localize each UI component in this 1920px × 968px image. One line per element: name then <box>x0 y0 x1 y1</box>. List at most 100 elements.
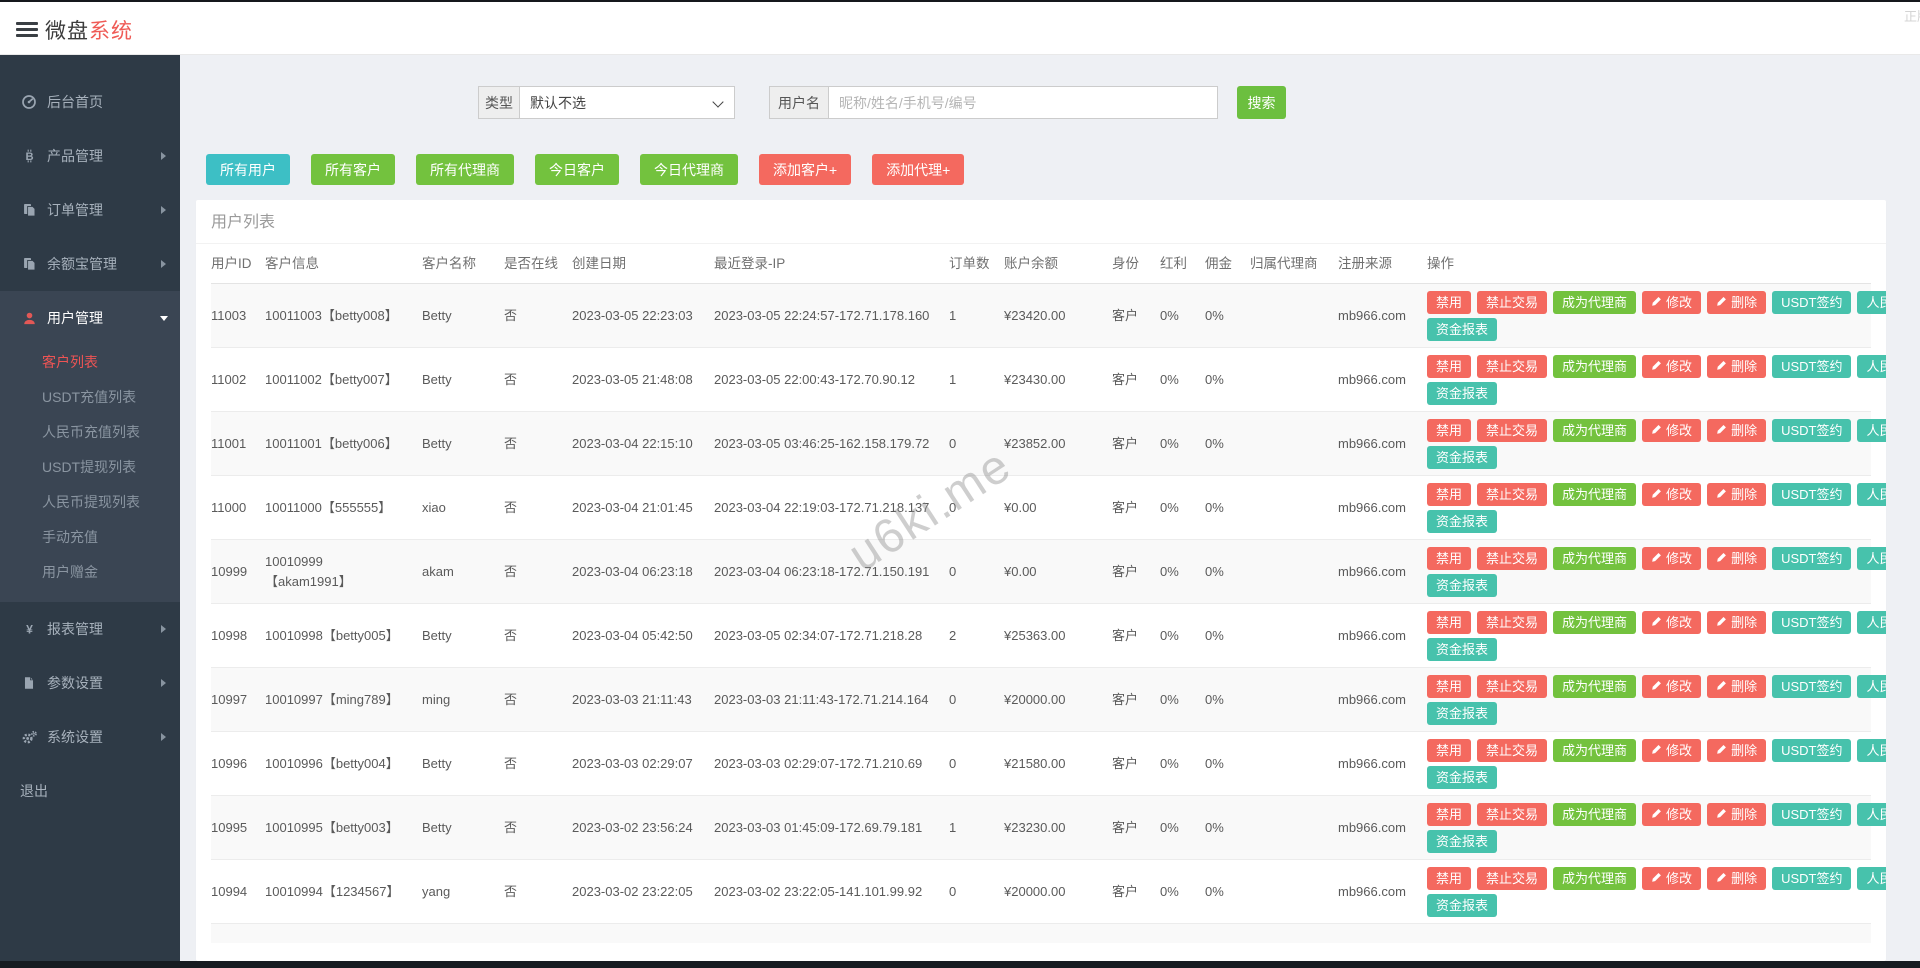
usdt-sign-button[interactable]: USDT签约 <box>1772 418 1852 442</box>
funds-report-button[interactable]: 资金报表 <box>1427 573 1498 597</box>
disable-button[interactable]: 禁用 <box>1427 418 1472 442</box>
edit-button[interactable]: 修改 <box>1642 674 1702 698</box>
forbid-trade-button[interactable]: 禁止交易 <box>1477 354 1548 378</box>
cny-sign-button[interactable]: 人民币签约 <box>1857 674 1886 698</box>
usdt-sign-button[interactable]: USDT签约 <box>1772 802 1852 826</box>
funds-report-button[interactable]: 资金报表 <box>1427 701 1498 725</box>
disable-button[interactable]: 禁用 <box>1427 482 1472 506</box>
funds-report-button[interactable]: 资金报表 <box>1427 893 1498 917</box>
become-agent-button[interactable]: 成为代理商 <box>1553 290 1637 314</box>
delete-button[interactable]: 删除 <box>1707 418 1767 442</box>
sidebar-item-system[interactable]: 系统设置 <box>0 710 180 764</box>
usdt-sign-button[interactable]: USDT签约 <box>1772 610 1852 634</box>
usdt-sign-button[interactable]: USDT签约 <box>1772 546 1852 570</box>
cny-sign-button[interactable]: 人民币签约 <box>1857 482 1886 506</box>
delete-button[interactable]: 删除 <box>1707 866 1767 890</box>
hamburger-menu-icon[interactable] <box>16 22 38 38</box>
add-agent-button[interactable]: 添加代理+ <box>872 154 965 185</box>
edit-button[interactable]: 修改 <box>1642 354 1702 378</box>
delete-button[interactable]: 删除 <box>1707 290 1767 314</box>
usdt-sign-button[interactable]: USDT签约 <box>1772 866 1852 890</box>
forbid-trade-button[interactable]: 禁止交易 <box>1477 674 1548 698</box>
delete-button[interactable]: 删除 <box>1707 546 1767 570</box>
sidebar-item-logout[interactable]: 退出 <box>0 764 180 818</box>
today-agents-button[interactable]: 今日代理商 <box>640 154 738 185</box>
delete-button[interactable]: 删除 <box>1707 738 1767 762</box>
sidebar-subitem-user-bonus[interactable]: 用户赠金 <box>0 555 180 590</box>
become-agent-button[interactable]: 成为代理商 <box>1553 738 1637 762</box>
sidebar-item-yuebao[interactable]: 余额宝管理 <box>0 237 180 291</box>
forbid-trade-button[interactable]: 禁止交易 <box>1477 290 1548 314</box>
edit-button[interactable]: 修改 <box>1642 418 1702 442</box>
all-customers-button[interactable]: 所有客户 <box>311 154 395 185</box>
become-agent-button[interactable]: 成为代理商 <box>1553 482 1637 506</box>
become-agent-button[interactable]: 成为代理商 <box>1553 610 1637 634</box>
cny-sign-button[interactable]: 人民币签约 <box>1857 802 1886 826</box>
sidebar-subitem-cny-withdraw-list[interactable]: 人民币提现列表 <box>0 485 180 520</box>
type-select[interactable]: 默认不选 <box>519 86 735 119</box>
sidebar-subitem-usdt-recharge-list[interactable]: USDT充值列表 <box>0 380 180 415</box>
disable-button[interactable]: 禁用 <box>1427 802 1472 826</box>
cny-sign-button[interactable]: 人民币签约 <box>1857 738 1886 762</box>
disable-button[interactable]: 禁用 <box>1427 546 1472 570</box>
sidebar-item-dashboard[interactable]: 后台首页 <box>0 75 180 129</box>
cny-sign-button[interactable]: 人民币签约 <box>1857 866 1886 890</box>
sidebar-subitem-usdt-withdraw-list[interactable]: USDT提现列表 <box>0 450 180 485</box>
become-agent-button[interactable]: 成为代理商 <box>1553 354 1637 378</box>
funds-report-button[interactable]: 资金报表 <box>1427 765 1498 789</box>
delete-button[interactable]: 删除 <box>1707 610 1767 634</box>
forbid-trade-button[interactable]: 禁止交易 <box>1477 546 1548 570</box>
cny-sign-button[interactable]: 人民币签约 <box>1857 354 1886 378</box>
sidebar-subitem-cny-recharge-list[interactable]: 人民币充值列表 <box>0 415 180 450</box>
usdt-sign-button[interactable]: USDT签约 <box>1772 674 1852 698</box>
username-input[interactable] <box>828 86 1218 119</box>
disable-button[interactable]: 禁用 <box>1427 290 1472 314</box>
delete-button[interactable]: 删除 <box>1707 354 1767 378</box>
disable-button[interactable]: 禁用 <box>1427 738 1472 762</box>
disable-button[interactable]: 禁用 <box>1427 866 1472 890</box>
edit-button[interactable]: 修改 <box>1642 290 1702 314</box>
become-agent-button[interactable]: 成为代理商 <box>1553 418 1637 442</box>
add-customer-button[interactable]: 添加客户+ <box>759 154 852 185</box>
edit-button[interactable]: 修改 <box>1642 738 1702 762</box>
sidebar-item-reports[interactable]: ¥ 报表管理 <box>0 602 180 656</box>
search-button[interactable]: 搜索 <box>1237 86 1286 119</box>
forbid-trade-button[interactable]: 禁止交易 <box>1477 418 1548 442</box>
usdt-sign-button[interactable]: USDT签约 <box>1772 482 1852 506</box>
funds-report-button[interactable]: 资金报表 <box>1427 509 1498 533</box>
become-agent-button[interactable]: 成为代理商 <box>1553 546 1637 570</box>
sidebar-item-products[interactable]: B 产品管理 <box>0 129 180 183</box>
forbid-trade-button[interactable]: 禁止交易 <box>1477 738 1548 762</box>
all-users-button[interactable]: 所有用户 <box>206 154 290 185</box>
cny-sign-button[interactable]: 人民币签约 <box>1857 610 1886 634</box>
become-agent-button[interactable]: 成为代理商 <box>1553 802 1637 826</box>
disable-button[interactable]: 禁用 <box>1427 354 1472 378</box>
cny-sign-button[interactable]: 人民币签约 <box>1857 290 1886 314</box>
funds-report-button[interactable]: 资金报表 <box>1427 317 1498 341</box>
forbid-trade-button[interactable]: 禁止交易 <box>1477 610 1548 634</box>
funds-report-button[interactable]: 资金报表 <box>1427 829 1498 853</box>
disable-button[interactable]: 禁用 <box>1427 610 1472 634</box>
funds-report-button[interactable]: 资金报表 <box>1427 381 1498 405</box>
all-agents-button[interactable]: 所有代理商 <box>416 154 514 185</box>
sidebar-subitem-customer-list[interactable]: 客户列表 <box>0 345 180 380</box>
edit-button[interactable]: 修改 <box>1642 482 1702 506</box>
sidebar-item-users[interactable]: 用户管理 <box>0 291 180 345</box>
become-agent-button[interactable]: 成为代理商 <box>1553 866 1637 890</box>
usdt-sign-button[interactable]: USDT签约 <box>1772 290 1852 314</box>
forbid-trade-button[interactable]: 禁止交易 <box>1477 482 1548 506</box>
usdt-sign-button[interactable]: USDT签约 <box>1772 738 1852 762</box>
usdt-sign-button[interactable]: USDT签约 <box>1772 354 1852 378</box>
cny-sign-button[interactable]: 人民币签约 <box>1857 546 1886 570</box>
today-customers-button[interactable]: 今日客户 <box>535 154 619 185</box>
sidebar-item-orders[interactable]: 订单管理 <box>0 183 180 237</box>
edit-button[interactable]: 修改 <box>1642 802 1702 826</box>
cny-sign-button[interactable]: 人民币签约 <box>1857 418 1886 442</box>
edit-button[interactable]: 修改 <box>1642 546 1702 570</box>
edit-button[interactable]: 修改 <box>1642 866 1702 890</box>
delete-button[interactable]: 删除 <box>1707 802 1767 826</box>
funds-report-button[interactable]: 资金报表 <box>1427 445 1498 469</box>
sidebar-item-params[interactable]: 参数设置 <box>0 656 180 710</box>
disable-button[interactable]: 禁用 <box>1427 674 1472 698</box>
delete-button[interactable]: 删除 <box>1707 674 1767 698</box>
